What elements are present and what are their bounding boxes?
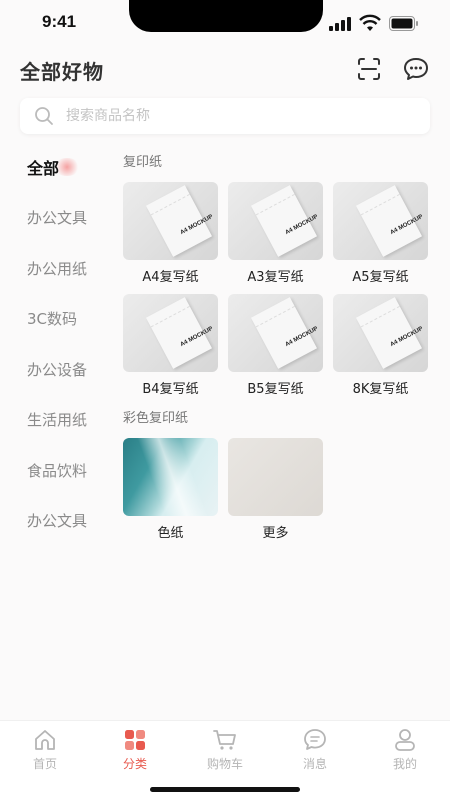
category-list: 全部 办公文具 办公用纸 3C数码 办公设备 生活用纸 食品饮料 办公文具 — [0, 142, 110, 546]
tab-messages[interactable]: 消息 — [285, 727, 345, 772]
product-image: A4 MOCKUP — [123, 182, 218, 260]
product-image: A4 MOCKUP — [228, 182, 323, 260]
category-item-office-stationery-2[interactable]: 办公文具 — [0, 496, 110, 547]
product-item[interactable]: A4 MOCKUP A4复写纸 — [123, 182, 218, 285]
message-icon[interactable] — [401, 54, 431, 84]
tab-profile[interactable]: 我的 — [375, 727, 435, 772]
category-item-food-drinks[interactable]: 食品饮料 — [0, 445, 110, 496]
category-item-household-paper[interactable]: 生活用纸 — [0, 395, 110, 446]
status-time: 9:41 — [42, 12, 77, 31]
search-bar[interactable] — [20, 98, 430, 134]
product-label: 更多 — [262, 526, 289, 541]
search-input[interactable] — [66, 98, 416, 134]
category-label: 食品饮料 — [27, 461, 88, 480]
home-indicator — [150, 787, 300, 792]
product-item[interactable]: 更多 — [228, 438, 323, 541]
product-image: A4 MOCKUP — [333, 182, 428, 260]
battery-icon — [389, 16, 418, 31]
product-item[interactable]: A4 MOCKUP B5复写纸 — [228, 294, 323, 397]
wifi-icon — [359, 14, 381, 31]
category-label: 办公用纸 — [27, 259, 88, 278]
status-bar: 9:41 — [0, 0, 450, 46]
cart-icon — [213, 730, 236, 750]
product-item[interactable]: A4 MOCKUP A3复写纸 — [228, 182, 323, 285]
tab-label: 首页 — [32, 757, 57, 771]
section-title: 彩色复印纸 — [123, 411, 189, 426]
category-item-office-paper[interactable]: 办公用纸 — [0, 243, 110, 294]
category-item-office-equipment[interactable]: 办公设备 — [0, 344, 110, 395]
signal-icon — [329, 17, 351, 31]
product-panel: 复印纸 A4 MOCKUP A4复写纸 A4 MOCKUP A3复写纸 A4 M… — [123, 150, 433, 541]
search-icon — [35, 107, 53, 125]
tab-label: 我的 — [392, 757, 417, 771]
product-item[interactable]: 色纸 — [123, 438, 218, 541]
category-label: 办公文具 — [27, 512, 88, 531]
notch — [129, 0, 323, 32]
product-label: B4复写纸 — [142, 382, 199, 397]
home-icon — [35, 730, 55, 750]
tab-cart[interactable]: 购物车 — [195, 727, 255, 772]
category-label: 办公设备 — [27, 360, 88, 379]
category-item-office-stationery[interactable]: 办公文具 — [0, 193, 110, 244]
product-label: 8K复写纸 — [352, 382, 409, 397]
product-item[interactable]: A4 MOCKUP A5复写纸 — [333, 182, 428, 285]
product-label: B5复写纸 — [247, 382, 304, 397]
category-label: 全部 — [27, 159, 60, 179]
tab-category[interactable]: 分类 — [105, 727, 165, 772]
tab-home[interactable]: 首页 — [15, 727, 75, 772]
product-item[interactable]: A4 MOCKUP 8K复写纸 — [333, 294, 428, 397]
product-image — [228, 438, 323, 516]
tab-label: 分类 — [122, 757, 147, 771]
product-image: A4 MOCKUP — [123, 294, 218, 372]
product-image — [123, 438, 218, 516]
page-title: 全部好物 — [20, 60, 104, 84]
tab-label: 消息 — [302, 757, 327, 771]
category-label: 3C数码 — [27, 310, 78, 329]
product-grid: A4 MOCKUP A4复写纸 A4 MOCKUP A3复写纸 A4 MOCKU… — [123, 182, 433, 397]
tab-label: 购物车 — [206, 757, 243, 771]
scan-icon[interactable] — [354, 54, 384, 84]
chat-icon — [304, 729, 326, 750]
product-item[interactable]: A4 MOCKUP B4复写纸 — [123, 294, 218, 397]
section-title: 复印纸 — [123, 155, 163, 170]
product-image: A4 MOCKUP — [228, 294, 323, 372]
product-grid: 色纸 更多 — [123, 438, 433, 541]
category-item-3c-digital[interactable]: 3C数码 — [0, 294, 110, 345]
product-label: A4复写纸 — [142, 270, 199, 285]
profile-icon — [395, 729, 415, 751]
product-label: A3复写纸 — [247, 270, 304, 285]
category-label: 办公文具 — [27, 209, 88, 228]
header: 全部好物 — [0, 46, 450, 92]
category-item-all[interactable]: 全部 — [0, 142, 110, 193]
product-label: A5复写纸 — [352, 270, 409, 285]
category-icon — [125, 730, 145, 750]
category-label: 生活用纸 — [27, 411, 88, 430]
product-image: A4 MOCKUP — [333, 294, 428, 372]
product-label: 色纸 — [157, 526, 184, 541]
